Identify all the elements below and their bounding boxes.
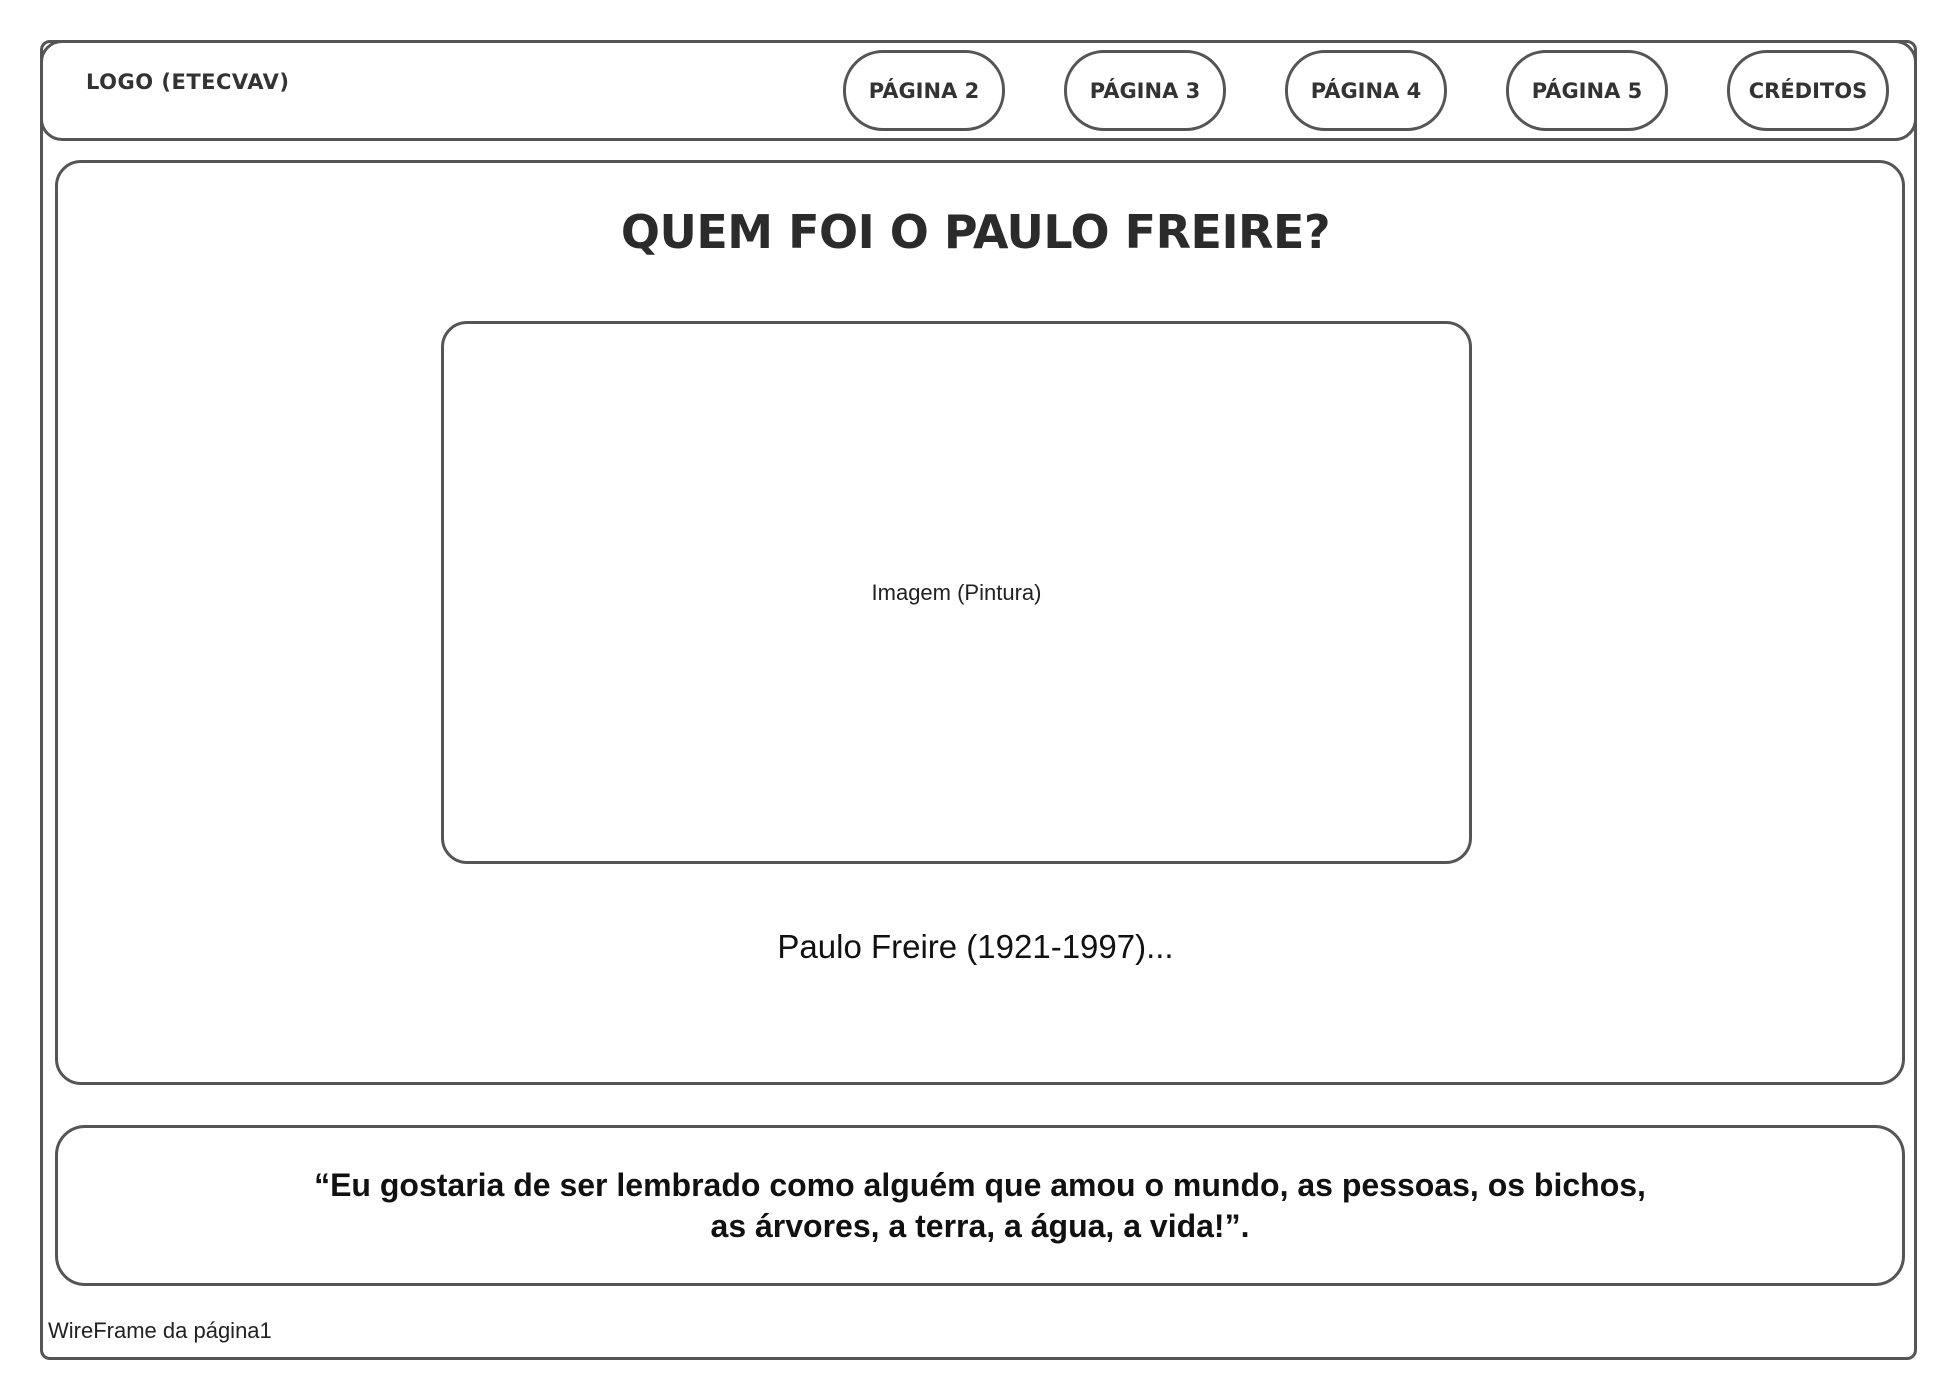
logo[interactable]: LOGO (ETECVAV) — [86, 70, 289, 94]
image-caption: Paulo Freire (1921-1997)... — [777, 928, 1174, 965]
image-placeholder-label: Imagem (Pintura) — [871, 579, 1042, 605]
image-placeholder: Imagem (Pintura) — [441, 321, 1472, 864]
nav-button-creditos[interactable]: CRÉDITOS — [1727, 50, 1889, 131]
wireframe-label: WireFrame da página1 — [48, 1318, 272, 1343]
nav-button-pagina-4[interactable]: PÁGINA 4 — [1285, 50, 1447, 131]
quote-box: “Eu gostaria de ser lembrado como alguém… — [55, 1125, 1905, 1286]
page-title: QUEM FOI O PAULO FREIRE? — [620, 205, 1331, 259]
nav-button-pagina-5[interactable]: PÁGINA 5 — [1506, 50, 1668, 131]
quote-text: “Eu gostaria de ser lembrado como alguém… — [314, 1166, 1646, 1244]
nav-button-pagina-2[interactable]: PÁGINA 2 — [843, 50, 1005, 131]
nav-button-pagina-3[interactable]: PÁGINA 3 — [1064, 50, 1226, 131]
